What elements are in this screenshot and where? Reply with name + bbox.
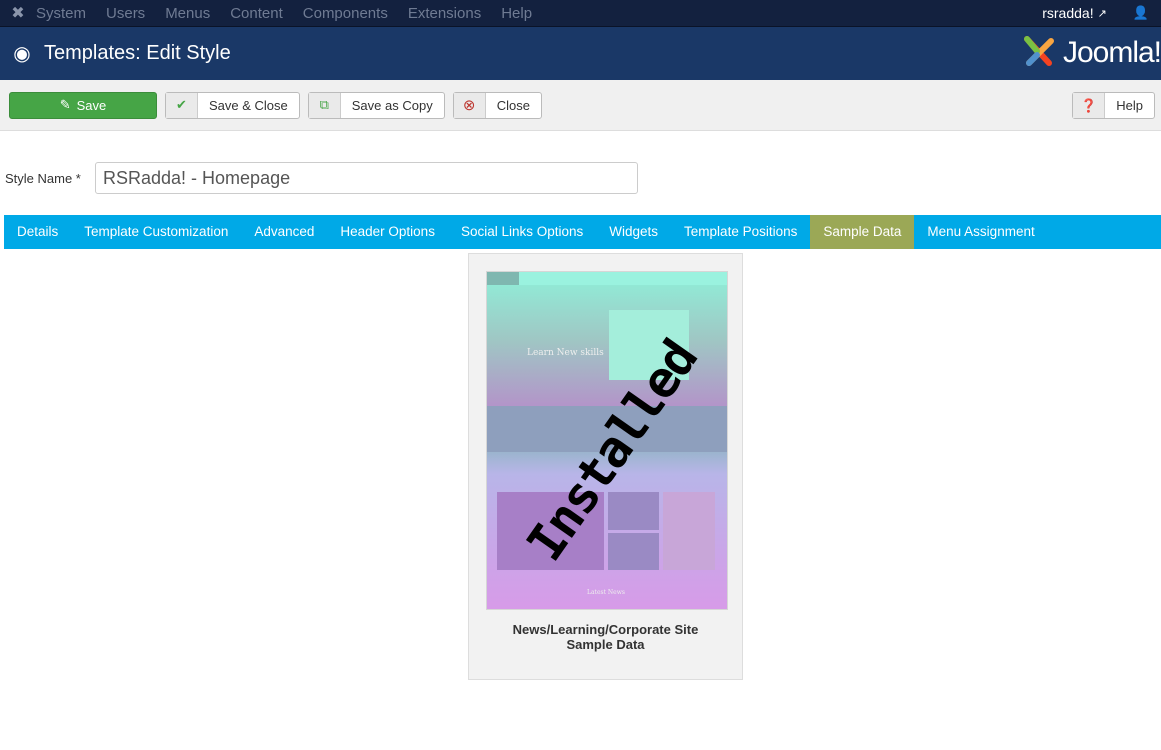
joomla-logo-icon <box>1023 36 1054 66</box>
tab-template-customization[interactable]: Template Customization <box>71 215 241 249</box>
save-close-button[interactable]: ✔ Save & Close <box>165 91 300 119</box>
save-copy-button[interactable]: ⧉ Save as Copy <box>307 91 445 119</box>
question-icon: ❓ <box>1073 93 1106 118</box>
joomla-icon[interactable]: ✖ <box>0 3 36 23</box>
menu-components[interactable]: Components <box>303 5 388 22</box>
close-icon: ⊗ <box>453 92 486 118</box>
menu-system[interactable]: System <box>36 5 86 22</box>
tab-header-options[interactable]: Header Options <box>327 215 448 249</box>
check-icon: ✔ <box>166 92 198 118</box>
tab-template-positions[interactable]: Template Positions <box>671 215 810 249</box>
menu-extensions[interactable]: Extensions <box>408 5 481 22</box>
tab-menu-assignment[interactable]: Menu Assignment <box>914 215 1047 249</box>
save-button[interactable]: ✎ Save <box>9 91 157 119</box>
tab-widgets[interactable]: Widgets <box>596 215 671 249</box>
style-name-label: Style Name * <box>5 170 81 186</box>
user-icon[interactable]: 👤 <box>1133 5 1149 21</box>
menu-users[interactable]: Users <box>106 5 145 22</box>
tab-social-links-options[interactable]: Social Links Options <box>448 215 596 249</box>
menu-help[interactable]: Help <box>501 5 532 22</box>
site-link[interactable]: rsradda! <box>1042 5 1093 21</box>
page-title: Templates: Edit Style <box>44 42 231 64</box>
tab-sample-data[interactable]: Sample Data <box>810 215 915 249</box>
top-menu-bar: ✖ System Users Menus Content Components … <box>0 0 1161 27</box>
menu-content[interactable]: Content <box>230 5 283 22</box>
tab-bar: Details Template Customization Advanced … <box>4 215 1161 249</box>
style-name-row: Style Name * <box>0 131 1161 201</box>
sample-preview-image: Learn New skills Latest News Installed <box>486 271 728 610</box>
menu-menus[interactable]: Menus <box>165 5 210 22</box>
external-link-icon: ↗ <box>1097 7 1107 20</box>
edit-icon: ✎ <box>59 97 71 112</box>
copy-icon: ⧉ <box>308 92 341 118</box>
close-button[interactable]: ⊗ Close <box>452 91 542 119</box>
help-button[interactable]: ❓ Help <box>1072 92 1155 119</box>
toolbar: ✎ Save ✔ Save & Close ⧉ Save as Copy ⊗ Close <box>0 80 1161 131</box>
page-header: ◉ Templates: Edit Style Joomla! <box>0 27 1161 80</box>
sample-data-card[interactable]: Learn New skills Latest News Installed N… <box>468 253 743 680</box>
eye-icon: ◉ <box>13 43 31 65</box>
tab-advanced[interactable]: Advanced <box>241 215 327 249</box>
sample-caption: News/Learning/Corporate Site Sample Data <box>512 622 699 652</box>
style-name-input[interactable] <box>95 162 638 194</box>
joomla-logo: Joomla! <box>1019 33 1161 73</box>
tab-details[interactable]: Details <box>4 215 71 249</box>
